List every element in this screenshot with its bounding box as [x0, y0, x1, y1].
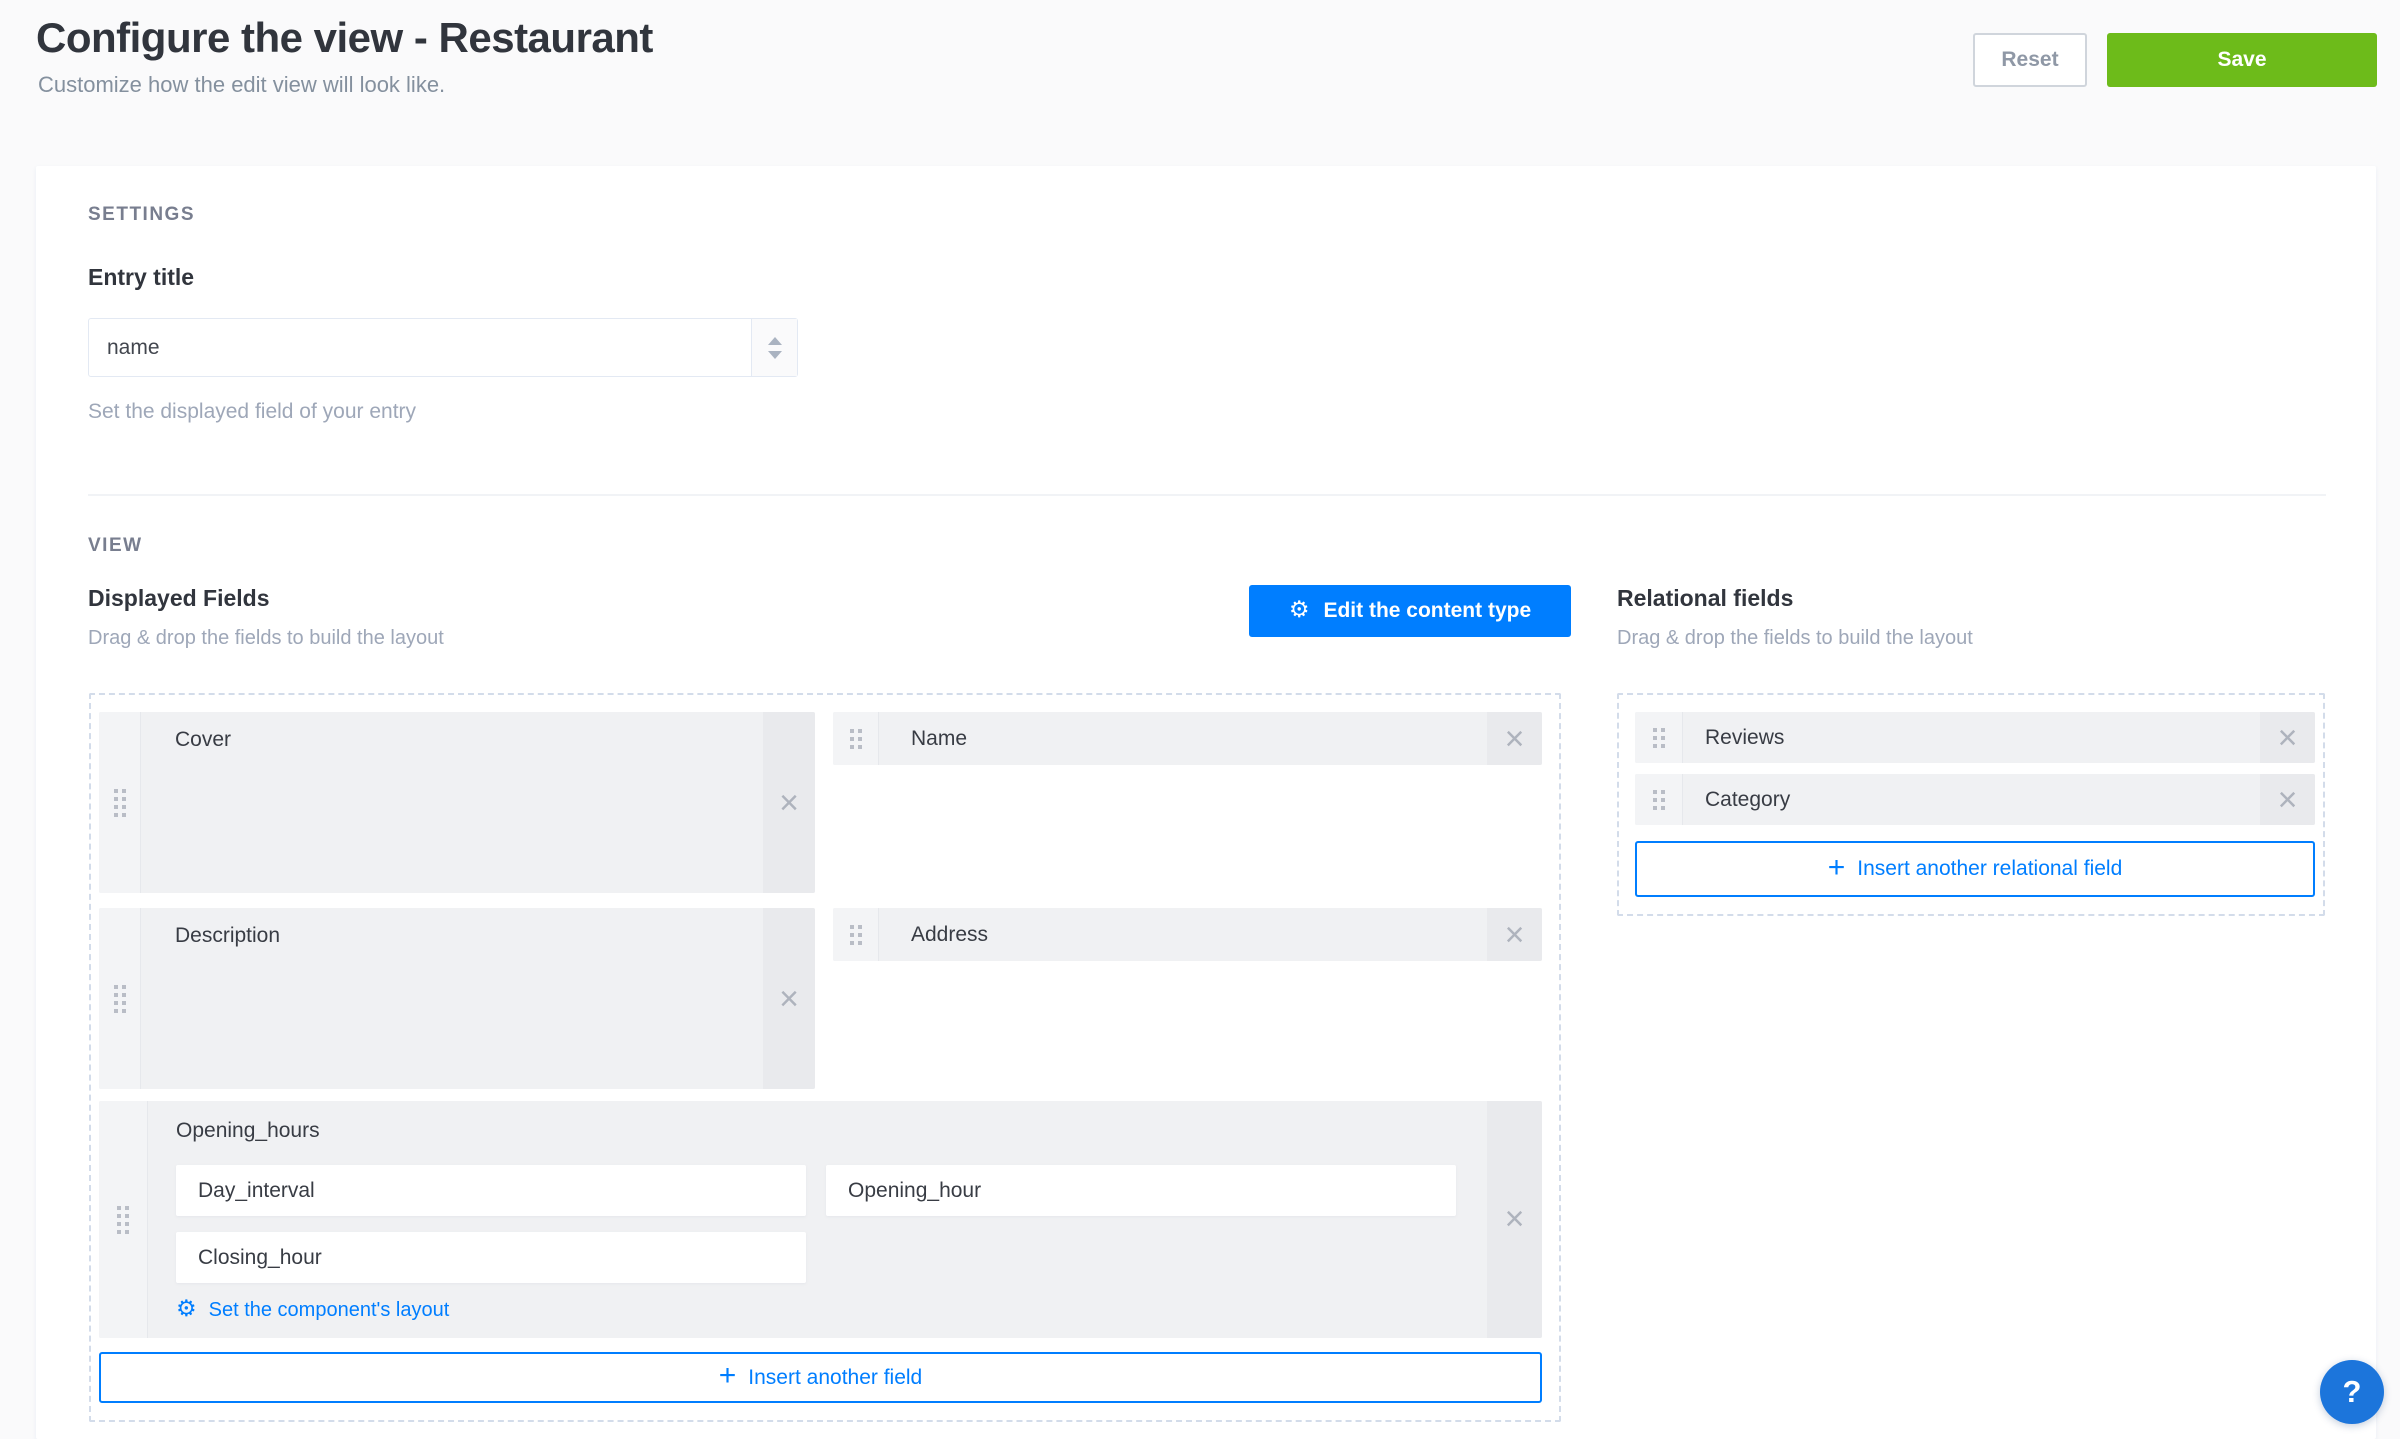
settings-section-label: SETTINGS — [88, 204, 195, 226]
drag-handle-icon[interactable] — [99, 712, 141, 893]
close-icon[interactable] — [1487, 908, 1542, 961]
component-field-closing-hour[interactable]: Closing_hour — [176, 1232, 806, 1283]
insert-field-label: Insert another field — [748, 1366, 922, 1390]
close-icon[interactable] — [1487, 712, 1542, 765]
close-icon[interactable] — [2260, 774, 2315, 825]
plus-icon — [1828, 856, 1846, 883]
component-field-day-interval[interactable]: Day_interval — [176, 1165, 806, 1216]
help-button[interactable]: ? — [2320, 1360, 2384, 1424]
field-label: Reviews — [1705, 726, 1784, 750]
relational-row-category[interactable]: Category — [1635, 774, 2315, 825]
insert-relational-field-button[interactable]: Insert another relational field — [1635, 841, 2315, 897]
insert-relational-field-label: Insert another relational field — [1857, 857, 2122, 881]
relational-fields-subtitle: Drag & drop the fields to build the layo… — [1617, 627, 1973, 650]
field-label: Name — [911, 727, 967, 751]
set-component-layout-label: Set the component's layout — [209, 1299, 450, 1322]
drag-dots-icon — [117, 1206, 129, 1234]
view-section-label: VIEW — [88, 535, 143, 557]
insert-field-button[interactable]: Insert another field — [99, 1352, 1542, 1403]
drag-handle-icon[interactable] — [99, 908, 141, 1089]
save-button[interactable]: Save — [2107, 33, 2377, 87]
configure-view-screen: Configure the view - Restaurant Customiz… — [0, 0, 2400, 1439]
drag-handle-icon[interactable] — [833, 712, 879, 765]
entry-title-select-value: name — [89, 319, 751, 376]
drag-handle-icon[interactable] — [99, 1101, 148, 1338]
entry-title-help: Set the displayed field of your entry — [88, 400, 416, 424]
field-label: Cover — [175, 728, 231, 752]
section-divider — [88, 494, 2326, 496]
drag-dots-icon — [114, 985, 126, 1013]
displayed-fields-subtitle: Drag & drop the fields to build the layo… — [88, 627, 444, 650]
close-icon[interactable] — [1487, 1101, 1542, 1338]
drag-dots-icon — [850, 925, 862, 945]
updown-arrows-icon — [751, 319, 797, 376]
field-label: Address — [911, 923, 988, 947]
edit-content-type-button[interactable]: Edit the content type — [1249, 585, 1571, 637]
field-label: Category — [1705, 788, 1790, 812]
component-title: Opening_hours — [176, 1119, 1487, 1143]
page-subtitle: Customize how the edit view will look li… — [38, 72, 445, 98]
set-component-layout-link[interactable]: Set the component's layout — [176, 1298, 449, 1322]
relational-fields-title: Relational fields — [1617, 585, 1793, 612]
close-icon[interactable] — [2260, 712, 2315, 763]
drag-dots-icon — [1653, 728, 1665, 748]
drag-handle-icon[interactable] — [1635, 774, 1683, 825]
close-icon[interactable] — [763, 908, 815, 1089]
drag-dots-icon — [114, 789, 126, 817]
gear-icon — [176, 1298, 197, 1322]
close-icon[interactable] — [763, 712, 815, 893]
page-title: Configure the view - Restaurant — [36, 14, 653, 62]
plus-icon — [719, 1364, 737, 1391]
entry-title-label: Entry title — [88, 264, 194, 291]
reset-button[interactable]: Reset — [1973, 33, 2087, 87]
component-field-opening-hour[interactable]: Opening_hour — [826, 1165, 1456, 1216]
question-mark-icon: ? — [2343, 1374, 2362, 1410]
component-box-opening-hours[interactable]: Opening_hours Day_interval Opening_hour … — [99, 1101, 1542, 1338]
gear-icon — [1289, 599, 1310, 623]
field-box-cover[interactable]: Cover — [99, 712, 815, 893]
edit-content-type-label: Edit the content type — [1323, 599, 1531, 623]
entry-title-select[interactable]: name — [88, 318, 798, 377]
drag-handle-icon[interactable] — [1635, 712, 1683, 763]
field-label: Description — [175, 924, 280, 948]
displayed-fields-title: Displayed Fields — [88, 585, 270, 612]
relational-row-reviews[interactable]: Reviews — [1635, 712, 2315, 763]
drag-dots-icon — [1653, 790, 1665, 810]
drag-dots-icon — [850, 729, 862, 749]
drag-handle-icon[interactable] — [833, 908, 879, 961]
field-box-description[interactable]: Description — [99, 908, 815, 1089]
field-row-name[interactable]: Name — [833, 712, 1542, 765]
field-row-address[interactable]: Address — [833, 908, 1542, 961]
